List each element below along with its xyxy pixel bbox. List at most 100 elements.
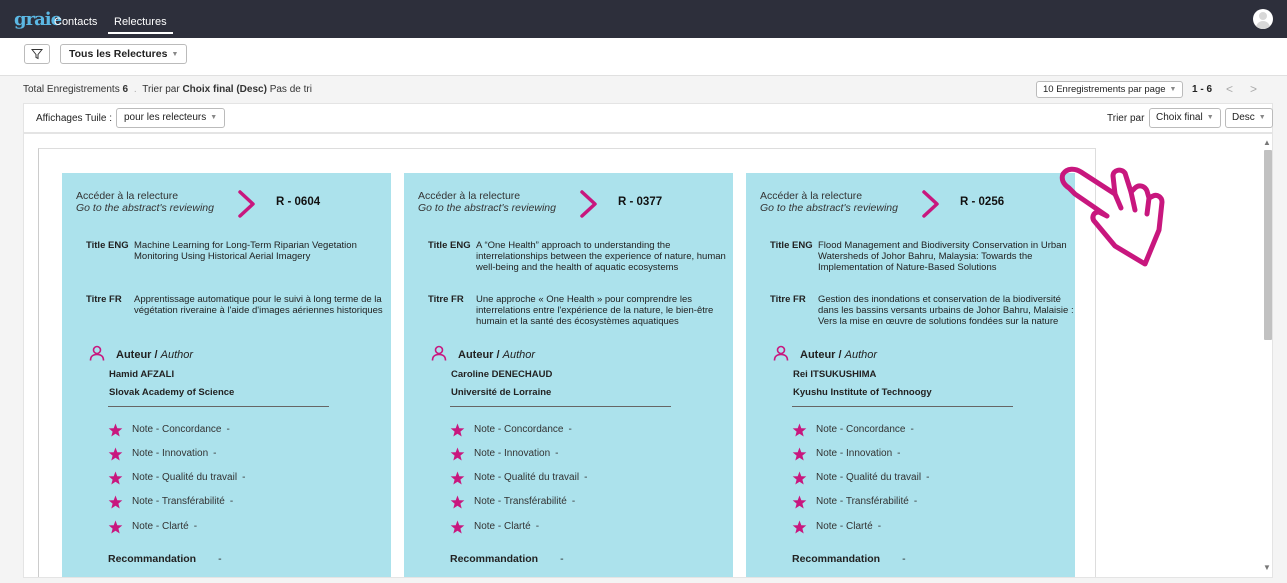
sort-label: Trier par	[142, 84, 180, 95]
access-review-en[interactable]: Go to the abstract's reviewing	[760, 202, 898, 214]
recommendation-row: Recommandation -	[792, 553, 906, 565]
view-select-dropdown[interactable]: Tous les Relectures ▼	[60, 44, 188, 64]
author-heading-fr: Auteur	[458, 349, 494, 361]
review-reference[interactable]: R - 0604	[276, 196, 320, 208]
review-reference[interactable]: R - 0256	[960, 196, 1004, 208]
author-heading: Auteur / Author	[116, 349, 194, 361]
star-icon	[792, 423, 807, 437]
vertical-scrollbar[interactable]: ▲ ▼	[1262, 138, 1273, 578]
star-icon	[450, 471, 465, 485]
sort-direction-value: Desc	[1232, 112, 1255, 123]
sort-field-dropdown[interactable]: Choix final ▼	[1149, 108, 1221, 128]
card-header[interactable]: Accéder à la relecture Go to the abstrac…	[760, 190, 1060, 220]
access-review-fr[interactable]: Accéder à la relecture	[418, 190, 520, 202]
separator: .	[133, 84, 137, 95]
user-icon	[431, 345, 447, 361]
next-page-button[interactable]: >	[1250, 82, 1257, 96]
note-label: Note - Concordance	[474, 424, 564, 435]
user-avatar[interactable]	[1253, 9, 1273, 29]
nav-relectures[interactable]: Relectures	[108, 0, 173, 38]
scrollbar-thumb[interactable]	[1264, 150, 1272, 340]
note-value: -	[910, 424, 914, 435]
title-eng-value: A “One Health” approach to understanding…	[476, 240, 726, 273]
tiles-frame: Accéder à la relecture Go to the abstrac…	[38, 148, 1096, 577]
card-header[interactable]: Accéder à la relecture Go to the abstrac…	[76, 190, 376, 220]
star-icon	[450, 495, 465, 509]
nav-contacts[interactable]: Contacts	[48, 0, 103, 38]
note-label: Note - Transférabilité	[132, 496, 225, 507]
author-name: Caroline DENECHAUD	[451, 369, 553, 380]
title-eng-label: Title ENG	[428, 240, 471, 251]
title-eng-label: Title ENG	[770, 240, 813, 251]
titre-fr-label: Titre FR	[770, 294, 806, 305]
note-label: Note - Qualité du travail	[474, 472, 580, 483]
recommendation-row: Recommandation -	[450, 553, 564, 565]
previous-page-button[interactable]: <	[1226, 82, 1233, 96]
star-icon	[108, 447, 123, 461]
access-review-en[interactable]: Go to the abstract's reviewing	[418, 202, 556, 214]
recommendation-value: -	[218, 553, 222, 565]
tile-display-value: pour les relecteurs	[124, 112, 207, 123]
chevron-down-icon: ▼	[210, 114, 218, 121]
star-icon	[108, 520, 123, 534]
filter-bar: Tous les Relectures ▼	[0, 38, 1287, 76]
author-organization: Université de Lorraine	[451, 387, 552, 398]
view-select-label: Tous les Relectures	[69, 48, 168, 60]
records-summary: Total Enregistrements 6 . Trier par Choi…	[23, 84, 312, 95]
scroll-up-arrow-icon[interactable]: ▲	[1263, 138, 1271, 147]
review-card: Accéder à la relecture Go to the abstrac…	[746, 173, 1075, 577]
note-value: -	[568, 424, 572, 435]
top-navigation-bar: graie Contacts Relectures	[0, 0, 1287, 38]
note-label: Note - Transférabilité	[816, 496, 909, 507]
author-heading: Auteur / Author	[800, 349, 878, 361]
star-icon	[792, 520, 807, 534]
note-value: -	[242, 472, 246, 483]
chevron-down-icon: ▼	[1258, 114, 1266, 121]
title-eng-value: Machine Learning for Long-Term Riparian …	[134, 240, 357, 262]
records-per-page-dropdown[interactable]: 10 Enregistrements par page ▼	[1036, 81, 1184, 98]
recommendation-label: Recommandation	[792, 553, 881, 565]
chevron-right-icon[interactable]	[915, 189, 945, 219]
titre-fr-label: Titre FR	[86, 294, 122, 305]
access-review-fr[interactable]: Accéder à la relecture	[76, 190, 178, 202]
chevron-right-icon[interactable]	[573, 189, 603, 219]
access-review-en[interactable]: Go to the abstract's reviewing	[76, 202, 214, 214]
title-eng-label: Title ENG	[86, 240, 129, 251]
sort-direction-dropdown[interactable]: Desc ▼	[1225, 108, 1273, 128]
titre-fr-value: Gestion des inondations et conservation …	[818, 294, 1074, 327]
filter-button[interactable]	[24, 44, 50, 64]
sort-value: Choix final (Desc)	[182, 84, 267, 95]
recommendation-value: -	[560, 553, 564, 565]
author-name: Hamid AFZALI	[109, 369, 175, 380]
note-label: Note - Qualité du travail	[816, 472, 922, 483]
card-header[interactable]: Accéder à la relecture Go to the abstrac…	[418, 190, 718, 220]
tile-sort-label: Trier par	[1107, 113, 1145, 124]
no-sort-link[interactable]: Pas de tri	[270, 84, 312, 95]
note-value: -	[926, 472, 930, 483]
star-icon	[792, 447, 807, 461]
divider	[108, 406, 329, 407]
pointing-hand-icon	[1059, 166, 1165, 267]
review-reference[interactable]: R - 0377	[618, 196, 662, 208]
scroll-down-arrow-icon[interactable]: ▼	[1263, 563, 1271, 572]
star-icon	[450, 447, 465, 461]
star-icon	[792, 471, 807, 485]
note-label: Note - Concordance	[132, 424, 222, 435]
note-label: Note - Concordance	[816, 424, 906, 435]
user-icon	[773, 345, 789, 361]
access-review-fr[interactable]: Accéder à la relecture	[760, 190, 862, 202]
note-label: Note - Innovation	[132, 448, 209, 459]
author-block: Auteur / Author Rei ITSUKUSHIMA Kyushu I…	[773, 345, 1033, 415]
chevron-right-icon[interactable]	[231, 189, 261, 219]
author-heading-en: Author	[502, 349, 536, 361]
note-label: Note - Innovation	[474, 448, 551, 459]
author-name: Rei ITSUKUSHIMA	[793, 369, 877, 380]
tile-options-bar: Affichages Tuile : pour les relecteurs ▼ …	[23, 103, 1273, 133]
chevron-down-icon: ▼	[1169, 86, 1177, 93]
tile-display-label: Affichages Tuile :	[36, 113, 112, 124]
note-value: -	[571, 496, 576, 507]
star-icon	[108, 495, 123, 509]
divider	[792, 406, 1013, 407]
tile-display-dropdown[interactable]: pour les relecteurs ▼	[116, 108, 226, 128]
user-icon	[89, 345, 105, 361]
